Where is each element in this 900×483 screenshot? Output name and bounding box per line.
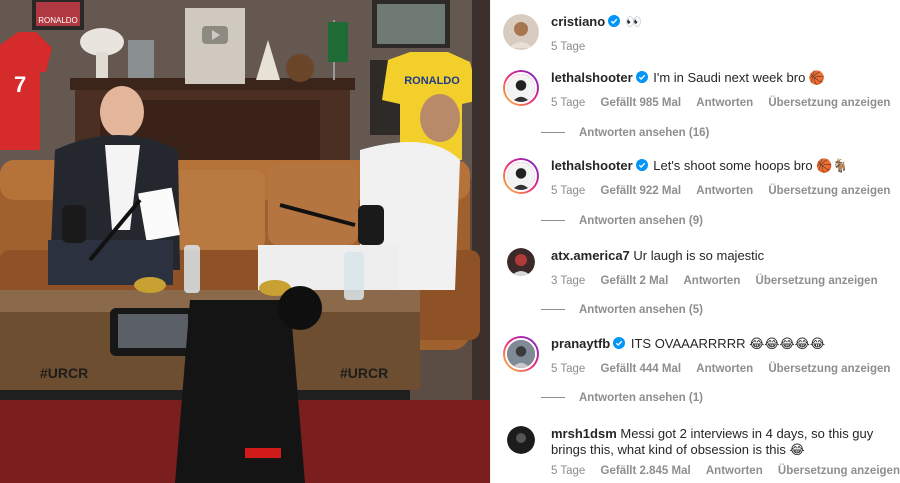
table-logo-left: #URCR [40, 365, 88, 381]
avatar-lethalshooter[interactable] [503, 158, 539, 194]
comment-time[interactable]: 5 Tage [551, 185, 585, 197]
replies-divider [541, 309, 565, 311]
view-replies-label: Antworten ansehen (5) [579, 304, 703, 316]
view-replies-label: Antworten ansehen (16) [579, 127, 710, 139]
table-logo-right: #URCR [340, 365, 388, 381]
comment-username[interactable]: cristiano [551, 14, 605, 29]
avatar-cristiano[interactable] [503, 14, 539, 50]
comment-text: 👀 [625, 14, 642, 29]
comment-username[interactable]: lethalshooter [551, 158, 633, 173]
verified-badge-icon [635, 159, 648, 171]
view-replies-button[interactable]: Antworten ansehen (9) [541, 215, 703, 227]
verified-badge-icon [608, 15, 621, 27]
jersey-name: RONALDO [404, 75, 460, 87]
comment-text: ITS OVAAARRRRR 😂😂😂😂😂 [630, 336, 826, 351]
comment-username[interactable]: mrsh1dsm [551, 426, 617, 441]
avatar-mrsh[interactable] [507, 426, 535, 454]
comment-likes[interactable]: Gefällt 985 Mal [601, 97, 682, 109]
comment-username[interactable]: lethalshooter [551, 70, 633, 85]
translate-button[interactable]: Übersetzung anzeigen [768, 97, 890, 109]
comment-text: I'm in Saudi next week bro 🏀 [653, 70, 826, 85]
post-photo[interactable]: RONALDO 7 RONALDO #URCR #URCR [0, 0, 490, 483]
reply-button[interactable]: Antworten [696, 185, 753, 197]
avatar-pranay[interactable] [503, 336, 539, 372]
comment-time[interactable]: 3 Tage [551, 275, 585, 287]
translate-button[interactable]: Übersetzung anzeigen [768, 363, 890, 375]
view-replies-label: Antworten ansehen (9) [579, 215, 703, 227]
translate-button[interactable]: Übersetzung anzeigen [756, 275, 878, 287]
view-replies-button[interactable]: Antworten ansehen (5) [541, 304, 703, 316]
translate-button[interactable]: Übersetzung anzeigen [768, 185, 890, 197]
comment-time[interactable]: 5 Tage [551, 41, 585, 53]
comment-likes[interactable]: Gefällt 2 Mal [601, 275, 669, 287]
comment-text: Let's shoot some hoops bro 🏀🐐 [653, 158, 849, 173]
replies-divider [541, 397, 565, 399]
comment-text: Ur laugh is so majestic [633, 248, 765, 263]
comment-likes[interactable]: Gefällt 2.845 Mal [601, 465, 691, 477]
view-replies-button[interactable]: Antworten ansehen (1) [541, 392, 703, 404]
translate-button[interactable]: Übersetzung anzeigen [778, 465, 900, 477]
reply-button[interactable]: Antworten [696, 363, 753, 375]
replies-divider [541, 132, 565, 134]
avatar-atx[interactable] [507, 248, 535, 276]
comment-time[interactable]: 5 Tage [551, 97, 585, 109]
reply-button[interactable]: Antworten [683, 275, 740, 287]
studio-scene-image: RONALDO 7 RONALDO #URCR #URCR [0, 0, 490, 483]
replies-divider [541, 220, 565, 222]
reply-button[interactable]: Antworten [696, 97, 753, 109]
view-replies-button[interactable]: Antworten ansehen (16) [541, 127, 709, 139]
verified-badge-icon [613, 337, 626, 349]
comment-likes[interactable]: Gefällt 444 Mal [601, 363, 682, 375]
avatar-lethalshooter[interactable] [503, 70, 539, 106]
comments-panel[interactable]: cristiano 👀 5 Tage lethalshooter I'm in … [490, 0, 900, 483]
verified-badge-icon [635, 71, 648, 83]
comment-likes[interactable]: Gefällt 922 Mal [601, 185, 682, 197]
comment-username[interactable]: atx.america7 [551, 248, 630, 263]
comment-username[interactable]: pranaytfb [551, 336, 610, 351]
view-replies-label: Antworten ansehen (1) [579, 392, 703, 404]
reply-button[interactable]: Antworten [706, 465, 763, 477]
jersey-number: 7 [14, 72, 26, 97]
frame-label: RONALDO [38, 16, 78, 25]
comment-time[interactable]: 5 Tage [551, 465, 585, 477]
comment-time[interactable]: 5 Tage [551, 363, 585, 375]
